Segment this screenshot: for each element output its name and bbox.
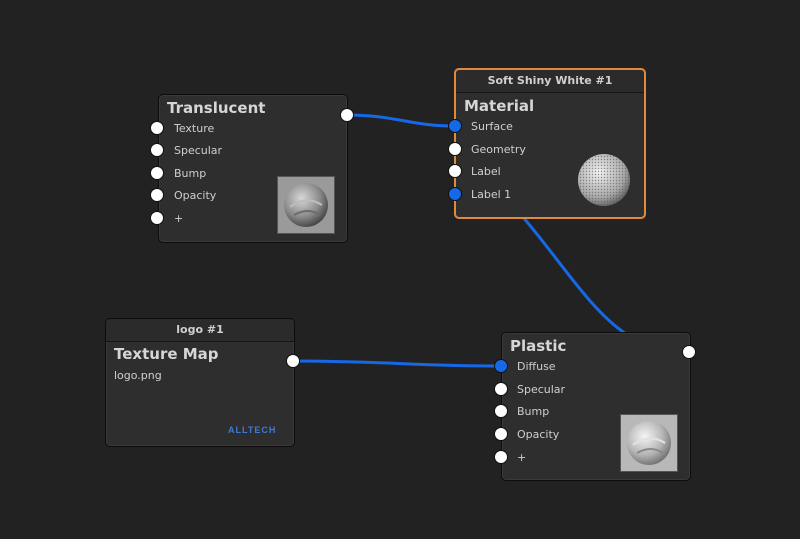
input-add[interactable]: + xyxy=(502,448,622,468)
input-label-1[interactable]: Label 1 xyxy=(456,185,576,205)
port-material-label-1[interactable] xyxy=(448,187,462,201)
input-bump[interactable]: Bump xyxy=(502,402,622,422)
port-label: Bump xyxy=(174,167,207,180)
port-label: Geometry xyxy=(471,143,526,156)
plastic-preview-thumbnail xyxy=(620,414,678,472)
wire-translucent-to-surface xyxy=(346,113,456,128)
input-label[interactable]: Label xyxy=(456,162,576,182)
port-label: Opacity xyxy=(174,189,217,202)
texture-map-node[interactable]: logo #1 Texture Map logo.png ALLTECH xyxy=(105,318,295,447)
input-specular[interactable]: Specular xyxy=(502,380,622,400)
input-opacity[interactable]: Opacity xyxy=(502,425,622,445)
port-translucent-add[interactable] xyxy=(150,211,164,225)
input-surface[interactable]: Surface xyxy=(456,117,576,137)
port-label: Texture xyxy=(174,122,215,135)
port-plastic-add[interactable] xyxy=(494,450,508,464)
material-node[interactable]: Soft Shiny White #1 Material Surface Geo… xyxy=(454,68,646,219)
wire-material-to-plastic xyxy=(520,215,627,336)
node-header: Soft Shiny White #1 xyxy=(456,70,644,93)
port-translucent-opacity[interactable] xyxy=(150,188,164,202)
port-material-surface[interactable] xyxy=(448,119,462,133)
port-plastic-bump[interactable] xyxy=(494,404,508,418)
node-title: Texture Map xyxy=(114,345,219,363)
input-specular[interactable]: Specular xyxy=(159,141,279,161)
port-label: Opacity xyxy=(517,428,560,441)
input-geometry[interactable]: Geometry xyxy=(456,140,576,160)
plastic-node[interactable]: Plastic Diffuse Specular Bump Opacity + xyxy=(501,332,691,481)
port-label: Label 1 xyxy=(471,188,512,201)
input-diffuse[interactable]: Diffuse xyxy=(502,357,622,377)
port-material-label[interactable] xyxy=(448,164,462,178)
port-plastic-specular[interactable] xyxy=(494,382,508,396)
port-label: Label xyxy=(471,165,501,178)
input-opacity[interactable]: Opacity xyxy=(159,186,279,206)
port-plastic-diffuse[interactable] xyxy=(494,359,508,373)
port-label: Surface xyxy=(471,120,513,133)
input-add[interactable]: + xyxy=(159,209,279,229)
input-texture[interactable]: Texture xyxy=(159,119,279,139)
material-sphere-preview xyxy=(578,154,630,206)
input-bump[interactable]: Bump xyxy=(159,164,279,184)
port-label: Bump xyxy=(517,405,550,418)
node-header: logo #1 xyxy=(106,319,294,342)
port-label: + xyxy=(517,451,527,464)
translucent-preview-thumbnail xyxy=(277,176,335,234)
port-plastic-output[interactable] xyxy=(682,345,696,359)
port-label: + xyxy=(174,212,184,225)
port-label: Specular xyxy=(517,383,566,396)
logo-image: ALLTECH xyxy=(228,425,277,435)
wire-texturemap-to-diffuse xyxy=(292,359,502,368)
node-graph-canvas[interactable]: Translucent Texture Specular Bump Opacit… xyxy=(0,0,800,539)
port-translucent-bump[interactable] xyxy=(150,166,164,180)
translucent-node[interactable]: Translucent Texture Specular Bump Opacit… xyxy=(158,94,348,243)
port-texture-map-output[interactable] xyxy=(286,354,300,368)
port-translucent-specular[interactable] xyxy=(150,143,164,157)
port-label: Diffuse xyxy=(517,360,556,373)
port-translucent-texture[interactable] xyxy=(150,121,164,135)
node-title: Translucent xyxy=(167,99,266,117)
port-material-geometry[interactable] xyxy=(448,142,462,156)
port-label: Specular xyxy=(174,144,223,157)
port-translucent-output[interactable] xyxy=(340,108,354,122)
texture-filename: logo.png xyxy=(114,369,162,382)
node-title: Material xyxy=(464,97,535,115)
port-plastic-opacity[interactable] xyxy=(494,427,508,441)
node-title: Plastic xyxy=(510,337,567,355)
